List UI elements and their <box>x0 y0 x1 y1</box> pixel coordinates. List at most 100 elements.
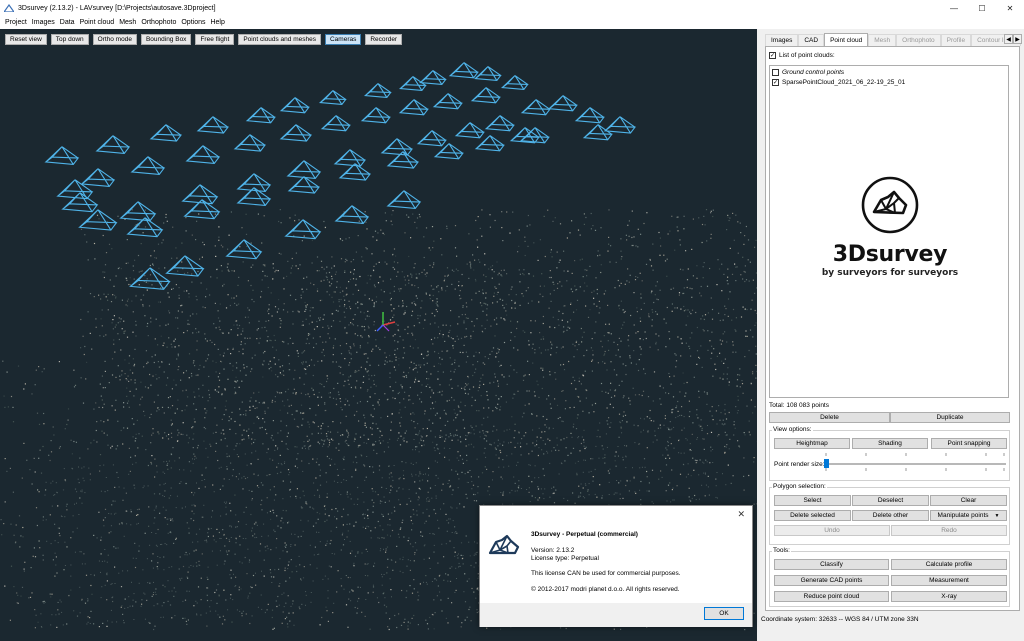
camera-frustum-icon[interactable] <box>416 130 447 147</box>
calculate-profile-button[interactable]: Calculate profile <box>891 559 1007 570</box>
minimize-button[interactable]: — <box>940 0 968 16</box>
recorder-button[interactable]: Recorder <box>365 34 403 45</box>
camera-frustum-icon[interactable] <box>574 107 605 124</box>
camera-frustum-icon[interactable] <box>119 201 157 222</box>
camera-frustum-icon[interactable] <box>181 184 219 205</box>
camera-frustum-icon[interactable] <box>225 239 263 260</box>
camera-frustum-icon[interactable] <box>284 219 322 240</box>
manipulate-points-dropdown[interactable]: Manipulate points ▼ <box>930 510 1007 521</box>
camera-frustum-icon[interactable] <box>130 156 166 175</box>
delete-selected-button[interactable]: Delete selected <box>774 510 851 521</box>
camera-frustum-icon[interactable] <box>500 75 529 91</box>
ok-button[interactable]: OK <box>704 607 744 620</box>
delete-cloud-button[interactable]: Delete <box>769 412 890 423</box>
redo-button[interactable]: Redo <box>891 525 1007 536</box>
camera-frustum-icon[interactable] <box>448 62 479 79</box>
camera-frustum-icon[interactable] <box>287 176 321 194</box>
camera-frustum-icon[interactable] <box>547 95 578 112</box>
generate-cad-points-button[interactable]: Generate CAD points <box>774 575 889 586</box>
reduce-point-cloud-button[interactable]: Reduce point cloud <box>774 591 889 602</box>
tab-scroll-left-icon[interactable]: ◀ <box>1004 34 1013 44</box>
camera-frustum-icon[interactable] <box>334 205 370 224</box>
camera-frustums[interactable] <box>44 62 637 290</box>
point-cloud-list[interactable]: Ground control points ✓ SparsePointCloud… <box>769 65 1009 398</box>
camera-frustum-icon[interactable] <box>520 99 551 116</box>
list-of-point-clouds-toggle[interactable]: ✓ List of point clouds: <box>769 52 835 59</box>
camera-frustum-icon[interactable] <box>582 124 613 141</box>
free-flight-button[interactable]: Free flight <box>195 34 235 45</box>
close-window-button[interactable]: ✕ <box>996 0 1024 16</box>
tab-mesh[interactable]: Mesh <box>868 34 897 46</box>
camera-frustum-icon[interactable] <box>78 209 118 231</box>
camera-frustum-icon[interactable] <box>286 160 322 179</box>
menu-options[interactable]: Options <box>181 19 205 26</box>
menu-project[interactable]: Project <box>5 19 27 26</box>
clear-button[interactable]: Clear <box>930 495 1007 506</box>
measurement-button[interactable]: Measurement <box>891 575 1007 586</box>
x-ray-button[interactable]: X-ray <box>891 591 1007 602</box>
camera-frustum-icon[interactable] <box>386 190 422 209</box>
camera-frustum-icon[interactable] <box>196 116 230 134</box>
tab-profile[interactable]: Profile <box>940 34 972 46</box>
menu-data[interactable]: Data <box>60 19 75 26</box>
camera-frustum-icon[interactable] <box>360 107 391 124</box>
tab-cad[interactable]: CAD <box>798 34 825 46</box>
delete-other-button[interactable]: Delete other <box>852 510 929 521</box>
sparse-cloud-checkbox[interactable]: ✓ <box>772 79 779 86</box>
shading-button[interactable]: Shading <box>852 438 928 449</box>
camera-frustum-icon[interactable] <box>470 87 501 104</box>
camera-frustum-icon[interactable] <box>95 135 131 154</box>
dialog-close-button[interactable]: ✕ <box>737 509 745 520</box>
menu-help[interactable]: Help <box>210 19 224 26</box>
select-button[interactable]: Select <box>774 495 851 506</box>
camera-frustum-icon[interactable] <box>484 115 515 132</box>
camera-frustum-icon[interactable] <box>398 99 429 116</box>
tab-orthophoto[interactable]: Orthophoto <box>896 34 941 46</box>
menu-point-cloud[interactable]: Point cloud <box>80 19 115 26</box>
list-item[interactable]: ✓ SparsePointCloud_2021_06_22-19_25_01 <box>772 79 905 86</box>
reset-view-button[interactable]: Reset view <box>5 34 47 45</box>
camera-frustum-icon[interactable] <box>473 66 502 82</box>
tab-point-cloud[interactable]: Point cloud <box>824 33 869 46</box>
ortho-mode-button[interactable]: Ortho mode <box>92 34 137 45</box>
camera-frustum-icon[interactable] <box>44 146 80 165</box>
camera-frustum-icon[interactable] <box>61 192 99 213</box>
menu-orthophoto[interactable]: Orthophoto <box>141 19 176 26</box>
camera-frustum-icon[interactable] <box>320 115 351 132</box>
camera-frustum-icon[interactable] <box>233 134 267 152</box>
classify-button[interactable]: Classify <box>774 559 889 570</box>
camera-frustum-icon[interactable] <box>432 93 463 110</box>
camera-frustum-icon[interactable] <box>149 124 183 142</box>
camera-frustum-icon[interactable] <box>454 122 485 139</box>
camera-frustum-icon[interactable] <box>474 135 505 152</box>
camera-frustum-icon[interactable] <box>363 83 392 99</box>
bounding-box-button[interactable]: Bounding Box <box>140 34 192 45</box>
heightmap-button[interactable]: Heightmap <box>774 438 850 449</box>
camera-frustum-icon[interactable] <box>398 76 427 92</box>
camera-frustum-icon[interactable] <box>380 138 414 156</box>
tab-scroll-right-icon[interactable]: ▶ <box>1013 34 1022 44</box>
tab-images[interactable]: Images <box>765 34 799 46</box>
point-clouds-and-meshes-button[interactable]: Point clouds and meshes <box>238 34 321 45</box>
menu-mesh[interactable]: Mesh <box>119 19 136 26</box>
camera-frustum-icon[interactable] <box>236 173 272 192</box>
list-checkbox[interactable]: ✓ <box>769 52 776 59</box>
camera-frustum-icon[interactable] <box>279 124 313 142</box>
list-item[interactable]: Ground control points <box>772 69 844 76</box>
camera-frustum-icon[interactable] <box>185 145 221 164</box>
gcp-checkbox[interactable] <box>772 69 779 76</box>
camera-frustum-icon[interactable] <box>318 90 347 106</box>
camera-frustum-icon[interactable] <box>80 168 116 187</box>
camera-frustum-icon[interactable] <box>279 97 310 114</box>
camera-frustum-icon[interactable] <box>418 70 447 86</box>
maximize-button[interactable]: ☐ <box>968 0 996 16</box>
duplicate-cloud-button[interactable]: Duplicate <box>890 412 1010 423</box>
camera-frustum-icon[interactable] <box>245 107 276 124</box>
point-snapping-button[interactable]: Point snapping <box>931 438 1007 449</box>
undo-button[interactable]: Undo <box>774 525 890 536</box>
deselect-button[interactable]: Deselect <box>852 495 929 506</box>
cameras-button[interactable]: Cameras <box>324 34 362 45</box>
camera-frustum-icon[interactable] <box>56 179 94 200</box>
top-down-button[interactable]: Top down <box>50 34 89 45</box>
camera-frustum-icon[interactable] <box>333 149 367 167</box>
